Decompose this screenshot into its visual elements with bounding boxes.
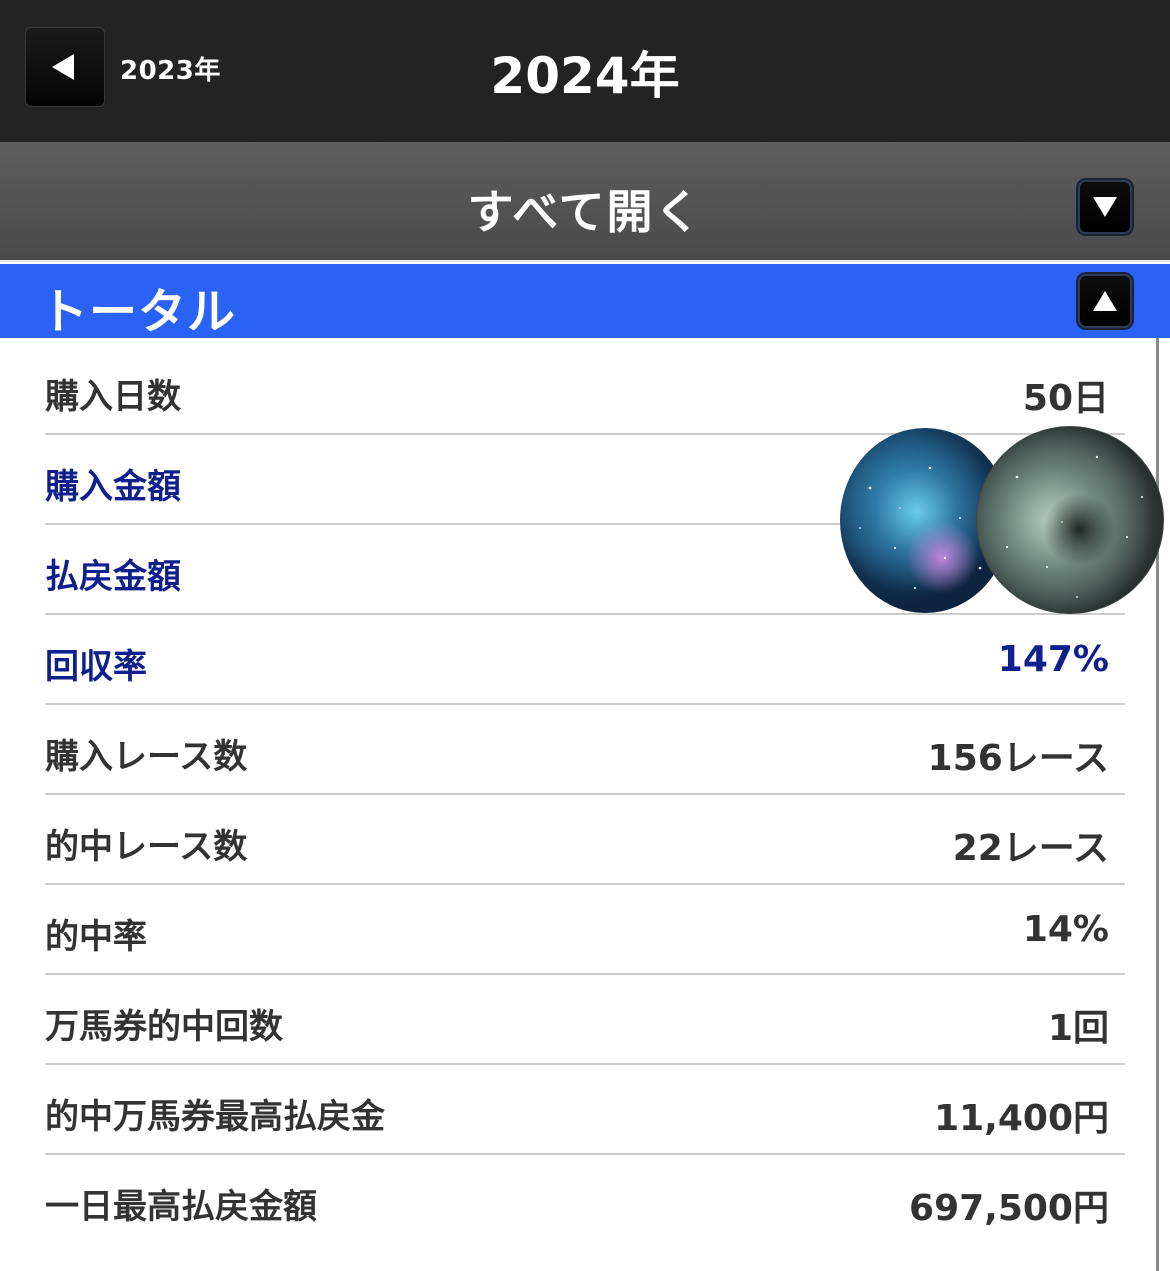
stat-value: 156レース xyxy=(927,738,1109,779)
stat-value: 22レース xyxy=(952,828,1109,869)
stat-row-max-big-hit-payout: 的中万馬券最高払戻金 11,400円 xyxy=(45,1065,1125,1155)
top-header: 2023年 2024年 xyxy=(0,0,1170,142)
stat-row-hit-rate: 的中率 14% xyxy=(45,885,1125,975)
stat-row-purchase-days: 購入日数 50日 xyxy=(45,345,1125,435)
galaxy-mask-image xyxy=(976,426,1164,614)
stat-value: 1回 xyxy=(1047,1008,1109,1049)
star-field-icon xyxy=(1005,455,1143,598)
stat-value: 147% xyxy=(997,639,1109,680)
stat-value: 50日 xyxy=(1022,378,1109,419)
stat-label: 万馬券的中回数 xyxy=(45,1007,283,1047)
stat-label: 購入レース数 xyxy=(45,737,248,777)
triangle-down-icon xyxy=(1093,197,1117,217)
stat-label: 的中率 xyxy=(45,917,147,957)
stat-label: 回収率 xyxy=(45,647,147,687)
expand-all-bar[interactable]: すべて開く xyxy=(0,142,1170,262)
stat-row-max-daily-payout: 一日最高払戻金額 697,500円 xyxy=(45,1155,1125,1245)
stat-label: 払戻金額 xyxy=(45,557,181,597)
page-title: 2024年 xyxy=(490,47,680,105)
expand-all-label[interactable]: すべて開く xyxy=(0,176,1170,242)
section-title: トータル xyxy=(40,284,237,340)
stat-label: 一日最高払戻金額 xyxy=(45,1187,317,1227)
stat-label: 購入金額 xyxy=(45,467,181,507)
stat-label: 購入日数 xyxy=(45,377,181,417)
stat-label: 的中レース数 xyxy=(45,827,248,867)
stat-value: 11,400円 xyxy=(934,1098,1109,1139)
expand-all-toggle-button[interactable] xyxy=(1078,180,1132,234)
stat-value: 14% xyxy=(1022,909,1109,950)
stat-row-hit-races: 的中レース数 22レース xyxy=(45,795,1125,885)
collapse-section-button[interactable] xyxy=(1078,274,1132,328)
stat-row-return-rate: 回収率 147% xyxy=(45,615,1125,705)
stat-value: 697,500円 xyxy=(909,1188,1109,1229)
section-header-total[interactable]: トータル xyxy=(0,264,1170,340)
stat-row-purchased-races: 購入レース数 156レース xyxy=(45,705,1125,795)
triangle-up-icon xyxy=(1093,291,1117,311)
stat-label: 的中万馬券最高払戻金 xyxy=(45,1097,385,1137)
stat-row-big-hit-count: 万馬券的中回数 1回 xyxy=(45,975,1125,1065)
